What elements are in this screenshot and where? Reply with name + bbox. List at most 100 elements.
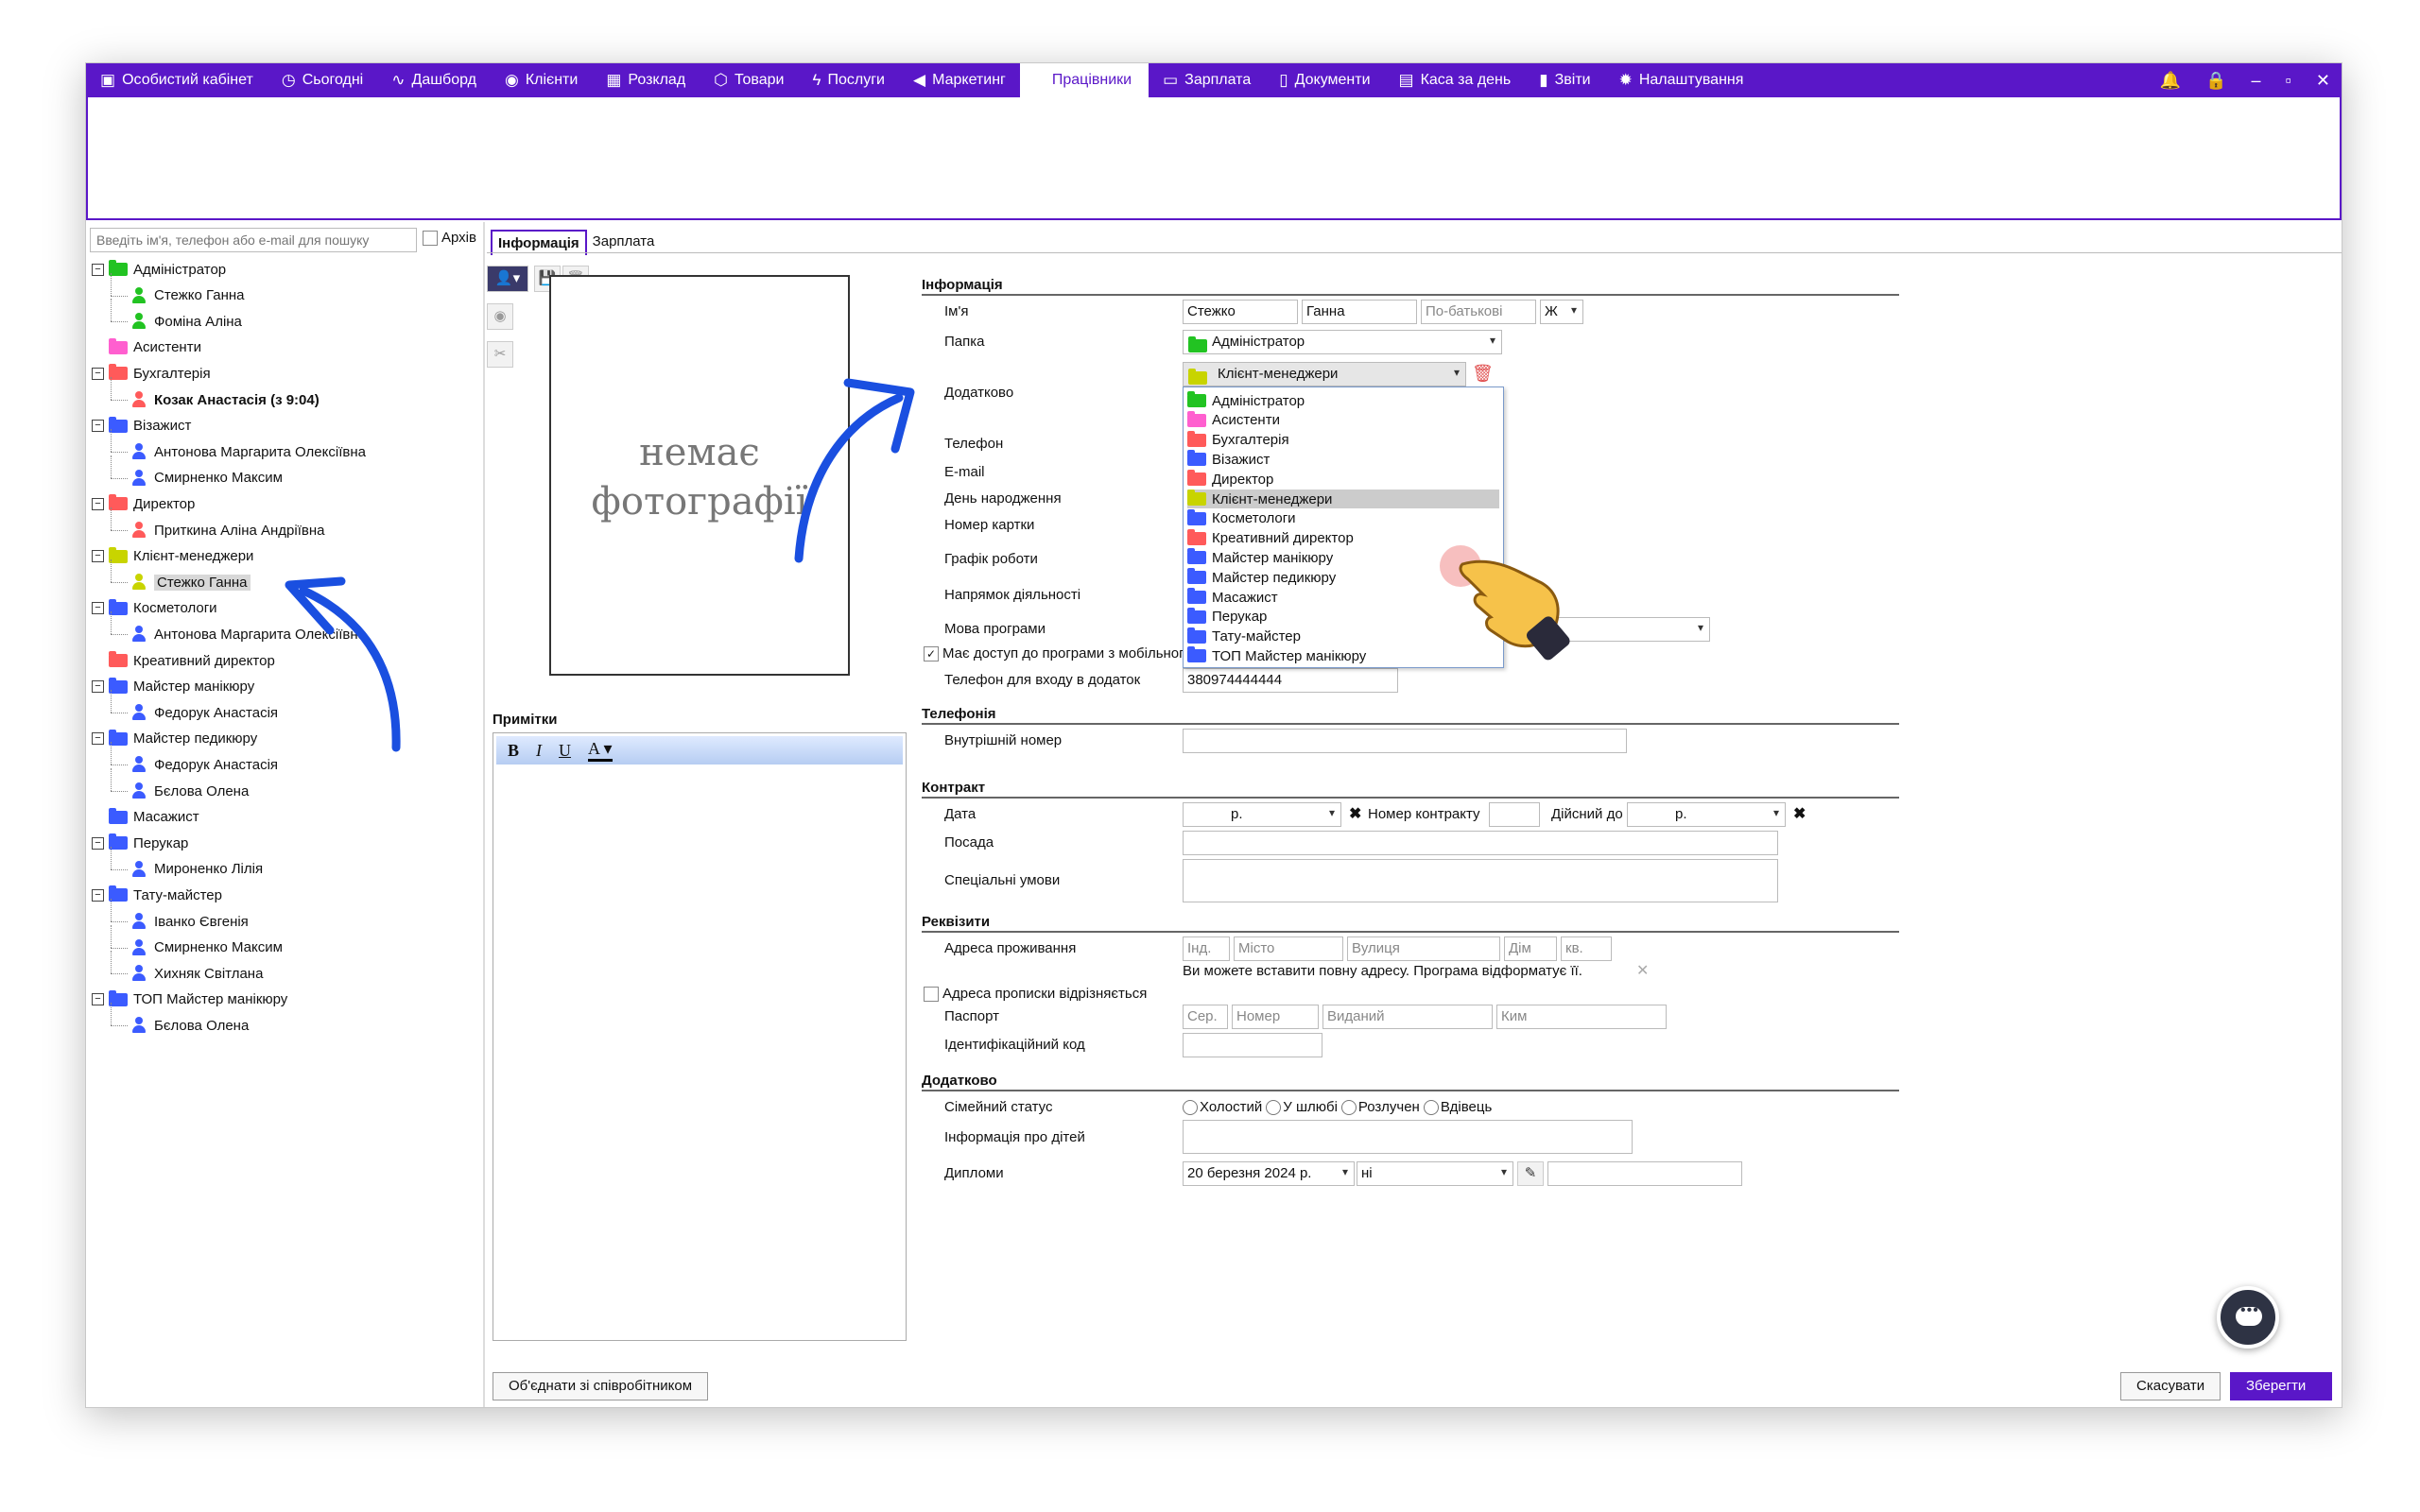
tree-folder[interactable]: Масажист [92, 806, 199, 829]
app-phone-input[interactable]: 380974444444 [1183, 668, 1398, 693]
special-terms-input[interactable] [1183, 859, 1778, 902]
postal-index-input[interactable]: Інд. [1183, 936, 1230, 961]
trash-icon[interactable]: 🗑 [1472, 364, 1494, 384]
tree-folder[interactable]: − Адміністратор [92, 258, 226, 281]
contract-number-input[interactable] [1489, 802, 1540, 827]
collapse-icon[interactable]: − [92, 993, 104, 1006]
camera-icon[interactable]: ◉ [487, 303, 513, 330]
diploma-select[interactable]: ні [1357, 1161, 1513, 1186]
dropdown-item[interactable]: Клієнт-менеджери [1187, 490, 1499, 508]
nav-tab-4[interactable]: ▦ Розклад [592, 63, 700, 97]
passport-series-input[interactable]: Сер. [1183, 1005, 1228, 1029]
close-icon[interactable]: ✕ [2316, 71, 2330, 91]
passport-issuer-input[interactable]: Ким [1496, 1005, 1667, 1029]
valid-until-select[interactable]: р. [1627, 802, 1786, 827]
collapse-icon[interactable]: − [92, 263, 104, 276]
internal-number-input[interactable] [1183, 729, 1627, 753]
tree-folder[interactable]: Асистенти [92, 336, 201, 359]
apartment-input[interactable]: кв. [1561, 936, 1612, 961]
tree-employee[interactable]: Стежко Ганна [111, 272, 245, 307]
collapse-icon[interactable]: − [92, 680, 104, 694]
tree-employee[interactable]: Хихняк Світлана [111, 951, 263, 985]
house-input[interactable]: Дім [1504, 936, 1557, 961]
city-input[interactable]: Місто [1234, 936, 1343, 961]
restore-icon[interactable]: ▫ [2286, 71, 2291, 91]
tree-employee[interactable]: Смирненко Максим [111, 924, 283, 959]
merge-employee-button[interactable]: Об'єднати зі співробітником [493, 1372, 709, 1400]
cancel-button[interactable]: Скасувати [2120, 1372, 2221, 1400]
collapse-icon[interactable]: − [92, 602, 104, 615]
street-input[interactable]: Вулиця [1347, 936, 1500, 961]
folder-select[interactable]: Адміністратор [1183, 330, 1502, 354]
tree-folder[interactable]: − Майстер педикюру [92, 728, 257, 750]
nav-tab-7[interactable]: ◀ Маркетинг [899, 63, 1020, 97]
save-button[interactable]: Зберегти [2230, 1372, 2332, 1400]
nav-tab-5[interactable]: ⬡ Товари [700, 63, 798, 97]
minimize-icon[interactable]: – [2252, 71, 2261, 91]
bell-icon[interactable]: 🔔 [2160, 71, 2181, 91]
tree-employee[interactable]: Приткина Аліна Андріївна [111, 507, 324, 541]
crop-icon[interactable]: ✂ [487, 341, 513, 368]
italic-button[interactable]: I [536, 741, 542, 761]
close-hint-icon[interactable]: ✕ [1636, 961, 1649, 980]
tree-employee[interactable]: Фоміна Аліна [111, 299, 242, 333]
splitter[interactable] [483, 222, 485, 1407]
nav-tab-0[interactable]: ▣ Особистий кабінет [86, 63, 268, 97]
registration-differs-checkbox[interactable]: Адреса прописки відрізняється [924, 986, 1147, 1002]
tree-folder[interactable]: − Бухгалтерія [92, 362, 211, 385]
tree-employee[interactable]: Антонова Маргарита Олексіївна [111, 611, 366, 645]
font-color-button[interactable]: A ▾ [588, 739, 613, 762]
employee-search-input[interactable] [90, 228, 417, 252]
radio-married[interactable]: У шлюбі [1266, 1099, 1338, 1116]
tree-employee[interactable]: Смирненко Максим [111, 455, 283, 490]
nav-tab-10[interactable]: ▯ Документи [1265, 63, 1384, 97]
collapse-icon[interactable]: − [92, 497, 104, 510]
tree-folder[interactable]: Креативний директор [92, 649, 275, 672]
collapse-icon[interactable]: − [92, 367, 104, 380]
bold-button[interactable]: B [508, 741, 519, 761]
radio-single[interactable]: Холостий [1183, 1099, 1262, 1116]
passport-number-input[interactable]: Номер [1232, 1005, 1319, 1029]
tree-folder[interactable]: − Майстер манікюру [92, 676, 254, 698]
underline-button[interactable]: U [559, 741, 571, 761]
radio-widowed[interactable]: Вдівець [1423, 1099, 1492, 1116]
archive-checkbox[interactable]: Архів [423, 230, 476, 246]
nav-tab-6[interactable]: ϟ Послуги [798, 63, 899, 97]
nav-tab-8[interactable]: Працівники [1019, 63, 1150, 97]
chat-bubble-icon[interactable] [2217, 1286, 2279, 1349]
dropdown-item[interactable]: Директор [1187, 470, 1499, 489]
tree-employee[interactable]: Мироненко Лілія [111, 846, 263, 881]
photo-menu-button[interactable]: 👤▾ [487, 266, 528, 292]
nav-tab-2[interactable]: ∿ Дашборд [377, 63, 491, 97]
dropdown-item[interactable]: Асистенти [1187, 410, 1499, 430]
tree-employee[interactable]: Іванко Євгенія [111, 899, 249, 933]
nav-tab-3[interactable]: ◉ Клієнти [491, 63, 592, 97]
dropdown-item[interactable]: Візажист [1187, 450, 1499, 469]
tree-employee[interactable]: Антонова Маргарита Олексіївна [111, 429, 366, 463]
nav-tab-1[interactable]: ◷ Сьогодні [268, 63, 377, 97]
contract-date-select[interactable]: р. [1183, 802, 1341, 827]
gender-select[interactable]: Ж [1540, 300, 1583, 324]
collapse-icon[interactable]: − [92, 836, 104, 850]
diploma-date-select[interactable]: 20 березня 2024 р. [1183, 1161, 1355, 1186]
tree-folder[interactable]: − Візажист [92, 415, 191, 438]
nav-tab-13[interactable]: ✹ Налаштування [1605, 63, 1758, 97]
tax-id-input[interactable] [1183, 1033, 1322, 1057]
tree-employee[interactable]: Стежко Ганна [111, 559, 251, 593]
lock-icon[interactable]: 🔒 [2205, 71, 2226, 91]
collapse-icon[interactable]: − [92, 420, 104, 433]
diploma-text-input[interactable] [1547, 1161, 1742, 1186]
tree-employee[interactable]: Бєлова Олена [111, 768, 249, 802]
edit-pencil-icon[interactable]: ✎ [1517, 1161, 1544, 1186]
dropdown-item[interactable]: Адміністратор [1187, 391, 1499, 410]
nav-tab-11[interactable]: ▤ Каса за день [1385, 63, 1526, 97]
tree-employee[interactable]: Бєлова Олена [111, 1003, 249, 1037]
clear-valid-date-icon[interactable]: ✖ [1793, 804, 1806, 823]
clear-date-icon[interactable]: ✖ [1349, 804, 1361, 823]
tab-information[interactable]: Інформація [491, 230, 587, 255]
radio-divorced[interactable]: Розлучен [1340, 1099, 1420, 1116]
last-name-input[interactable]: Стежко [1183, 300, 1298, 324]
tree-folder[interactable]: − Перукар [92, 832, 188, 854]
collapse-icon[interactable]: − [92, 888, 104, 902]
patronymic-input[interactable]: По-батькові [1421, 300, 1536, 324]
